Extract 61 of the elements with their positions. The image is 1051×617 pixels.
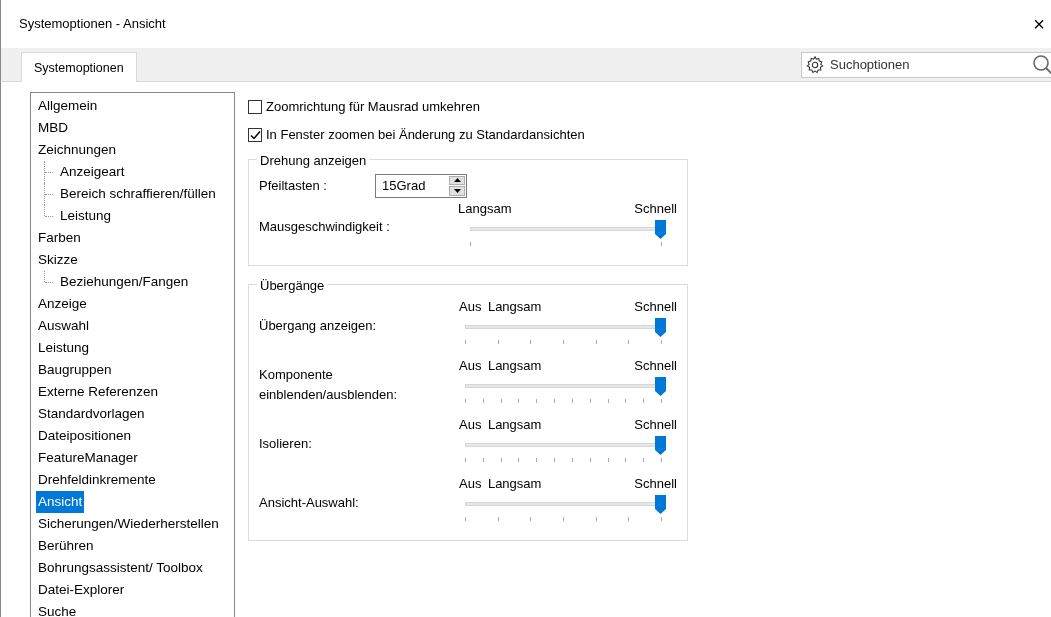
tree-item[interactable]: Leistung: [58, 205, 114, 227]
tab[interactable]: Systemoptionen: [21, 52, 137, 82]
slider-high-label: Schnell: [634, 298, 677, 315]
slider-high-label: Schnell: [634, 199, 677, 217]
slider-thumb[interactable]: [655, 377, 666, 396]
slider-low-label: Langsam: [458, 199, 512, 217]
tree-item[interactable]: Datei-Explorer: [36, 579, 127, 601]
tree-item[interactable]: Zeichnungen: [36, 139, 119, 161]
tree-item[interactable]: Farben: [36, 227, 83, 249]
slider-min-label: Aus: [459, 475, 482, 492]
spin-field[interactable]: 15Grad: [375, 173, 467, 198]
tree-item[interactable]: Bohrungsassistent/ Toolbox: [36, 557, 205, 579]
slider-high-label: Schnell: [634, 416, 677, 433]
slider-low-label: Langsam: [487, 475, 542, 492]
tree-item[interactable]: Baugruppen: [36, 359, 114, 381]
tree-item[interactable]: Standardvorlagen: [36, 403, 147, 425]
slider-min-label: Aus: [459, 357, 482, 374]
checkbox[interactable]: [248, 128, 262, 142]
close-button[interactable]: ×: [1027, 14, 1051, 34]
tree-item[interactable]: Auswahl: [36, 315, 92, 337]
slider-min-label: Aus: [459, 298, 482, 315]
tree-item[interactable]: MBD: [36, 117, 70, 139]
slider-label: Übergang anzeigen:: [259, 316, 378, 335]
tree-item[interactable]: Beziehungen/Fangen: [58, 271, 191, 293]
tree-item[interactable]: Anzeigeart: [58, 161, 127, 183]
slider-thumb[interactable]: [655, 219, 666, 239]
tree-item[interactable]: Anzeige: [36, 293, 89, 315]
tree-item[interactable]: Leistung: [36, 337, 92, 359]
tree-item[interactable]: Dateipositionen: [36, 425, 134, 447]
slider-label: Ansicht-Auswahl:: [259, 493, 360, 512]
search-field[interactable]: Suchoptionen: [801, 51, 1051, 78]
slider-label: Isolieren:: [259, 434, 313, 453]
tree-item[interactable]: Ansicht: [36, 491, 85, 513]
tree-item[interactable]: Allgemein: [36, 95, 100, 117]
slider-label: Mausgeschwindigkeit :: [259, 218, 391, 237]
checkbox-label: Zoomrichtung für Mausrad umkehren: [266, 98, 480, 117]
slider-low-label: Langsam: [487, 416, 542, 433]
slider-thumb[interactable]: [655, 495, 666, 514]
slider-thumb[interactable]: [655, 436, 666, 455]
checkbox-label: In Fenster zoomen bei Änderung zu Standardansichten: [266, 126, 585, 145]
tree-item[interactable]: Drehfeldinkremente: [36, 469, 158, 491]
slider-label: Komponente einblenden/ausblenden:: [259, 366, 399, 404]
slider-high-label: Schnell: [634, 357, 677, 374]
tree-item[interactable]: Suche: [36, 601, 79, 617]
slider-low-label: Langsam: [487, 298, 542, 315]
search-icon[interactable]: [1032, 53, 1051, 76]
tree-item[interactable]: Skizze: [36, 249, 80, 271]
tree-item[interactable]: Berühren: [36, 535, 96, 557]
checkbox[interactable]: [248, 100, 262, 114]
slider-min-label: Aus: [459, 416, 482, 433]
slider-high-label: Schnell: [634, 475, 677, 492]
slider-thumb[interactable]: [655, 318, 666, 337]
tree-item[interactable]: FeatureManager: [36, 447, 140, 469]
slider-low-label: Langsam: [487, 357, 542, 374]
tree-item[interactable]: Bereich schraffieren/füllen: [58, 183, 218, 205]
spin-buttons[interactable]: [449, 175, 465, 196]
field-label: Pfeiltasten :: [259, 176, 328, 195]
window-title: Systemoptionen - Ansicht: [19, 15, 166, 34]
tree-item[interactable]: Externe Referenzen: [36, 381, 161, 403]
gear-icon: [806, 55, 824, 74]
tree-item[interactable]: Sicherungen/Wiederherstellen: [36, 513, 221, 535]
